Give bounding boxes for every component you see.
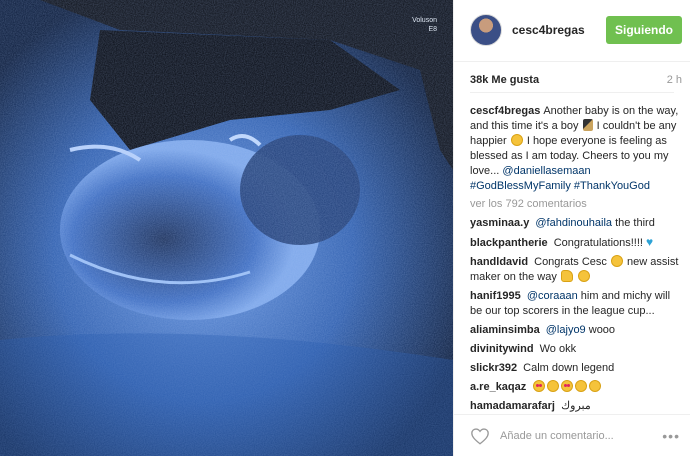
comments-list: cescf4bregas Another baby is on the way, … (470, 104, 682, 418)
comment-text: Congrats Cesc (534, 256, 607, 268)
view-all-comments-link[interactable]: ver los 792 comentarios (470, 198, 682, 210)
comment-username[interactable]: hanif1995 (470, 290, 521, 302)
device-label: Voluson E8 (412, 16, 437, 34)
caption-hashtag-2[interactable]: #ThankYouGod (574, 180, 650, 192)
comment-text: مبروك (561, 400, 591, 412)
comment-mention[interactable]: @lajyo9 (546, 324, 586, 336)
comment-text: wooo (588, 324, 616, 336)
comment-item: slickr392 Calm down legend (470, 361, 682, 376)
follow-button[interactable]: Siguiendo (606, 16, 682, 44)
post-photo[interactable]: Voluson E8 (0, 0, 453, 456)
smile-emoji (589, 380, 602, 392)
comment-username[interactable]: slickr392 (470, 362, 517, 374)
smile-emoji (510, 134, 523, 146)
header-username[interactable]: cesc4bregas (512, 23, 585, 37)
grin-emoji (577, 270, 590, 282)
device-label-line1: Voluson (412, 17, 437, 24)
comment-username[interactable]: yasminaa.y (470, 217, 529, 229)
comment-username[interactable]: a.re_kaqaz (470, 381, 526, 393)
heart-eyes-emoji (533, 380, 546, 392)
comment-text: Wo okk (539, 343, 577, 355)
comment-username[interactable]: divinitywind (470, 343, 534, 355)
comment-input[interactable] (500, 427, 650, 445)
post-time: 2 h (666, 74, 682, 86)
caption: cescf4bregas Another baby is on the way, … (470, 104, 682, 194)
comment-mention[interactable]: @coraaan (527, 290, 578, 302)
smile-emoji (547, 380, 560, 392)
comment-mention[interactable]: @fahdinouhaila (535, 217, 612, 229)
ultrasound-image (0, 0, 453, 456)
champagne-emoji (582, 119, 593, 131)
comment-item: hamadamarafarj مبروك (470, 399, 682, 414)
comment-text: the third (615, 217, 655, 229)
comment-item: aliaminsimba @lajyo9 wooo (470, 323, 682, 338)
post-stats: 38k Me gusta 2 h (470, 74, 682, 90)
device-label-line2: E8 (428, 26, 437, 33)
smile-emoji (610, 255, 623, 267)
comment-username[interactable]: blackpantherie (470, 237, 548, 249)
comment-item: blackpantherie Congratulations!!!! ♥ (470, 235, 682, 251)
comment-item: yasminaa.y @fahdinouhaila the third (470, 216, 682, 231)
comment-text: Calm down legend (523, 362, 615, 374)
blue-heart-icon: ♥ (646, 235, 654, 249)
heart-icon[interactable] (470, 427, 490, 445)
heart-eyes-emoji (561, 380, 574, 392)
comment-username[interactable]: hamadamarafarj (470, 400, 555, 412)
comment-username[interactable]: aliaminsimba (470, 324, 540, 336)
comment-text: Congratulations!!!! (553, 237, 643, 249)
comment-item: hanif1995 @coraaan him and michy will be… (470, 289, 682, 319)
likes-count[interactable]: 38k Me gusta (470, 74, 539, 86)
comment-username[interactable]: handldavid (470, 256, 528, 268)
caption-username[interactable]: cescf4bregas (470, 105, 540, 117)
caption-tag-mention[interactable]: @daniellasemaan (502, 165, 590, 177)
caption-hashtag-1[interactable]: #GodBlessMyFamily (470, 180, 571, 192)
add-comment-bar: ••• (454, 414, 690, 456)
smile-emoji (575, 380, 588, 392)
comment-item: a.re_kaqaz (470, 380, 682, 395)
comment-item: divinitywind Wo okk (470, 342, 682, 357)
comment-item: handldavid Congrats Cesc new assist make… (470, 255, 682, 285)
more-options-icon[interactable]: ••• (662, 429, 680, 443)
post-sidebar: cesc4bregas Siguiendo 38k Me gusta 2 h c… (453, 0, 690, 456)
avatar[interactable] (470, 14, 502, 46)
muscle-emoji (560, 270, 573, 282)
divider (470, 92, 674, 93)
post-header: cesc4bregas Siguiendo (454, 0, 690, 62)
